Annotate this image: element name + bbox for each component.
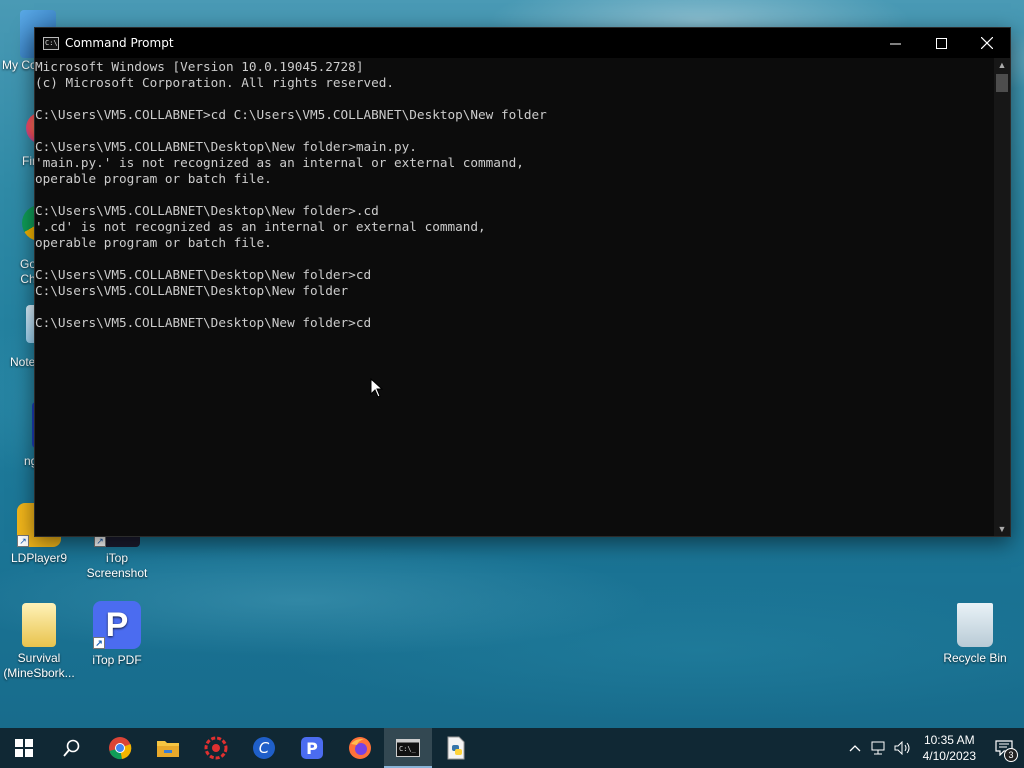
console-line: 'main.py.' is not recognized as an inter… (35, 155, 524, 170)
scroll-down-arrow-icon[interactable]: ▼ (994, 522, 1010, 536)
show-hidden-icons-chevron-icon[interactable] (843, 728, 867, 768)
desktop-icon-label: My Co (2, 58, 37, 72)
console-line: C:\Users\VM5.COLLABNET\Desktop\New folde… (35, 315, 372, 330)
maximize-button[interactable] (918, 28, 964, 58)
search-icon (63, 739, 80, 757)
cmd-icon: C:\_ (396, 739, 420, 757)
taskbar-clock[interactable]: 10:35 AM 4/10/2023 (915, 732, 984, 764)
search-button[interactable] (48, 728, 96, 768)
console-line: '.cd' is not recognized as an internal o… (35, 219, 486, 234)
c-circle-icon: C (253, 737, 275, 759)
taskbar-app-c[interactable]: C (240, 728, 288, 768)
svg-text:P: P (306, 739, 318, 758)
itop-pdf-icon: P (301, 737, 323, 759)
desktop-icon-label: Survival (MineSbork... (3, 651, 75, 680)
scroll-up-arrow-icon[interactable]: ▲ (994, 58, 1010, 72)
folder-icon (22, 603, 56, 647)
itop-pdf-icon: P ↗ (93, 601, 141, 649)
firefox-icon (349, 737, 371, 759)
console-line: C:\Users\VM5.COLLABNET\Desktop\New folde… (35, 267, 372, 282)
console-line: C:\Users\VM5.COLLABNET\Desktop\New folde… (35, 139, 417, 154)
mouse-pointer-icon (370, 378, 384, 398)
minimize-button[interactable] (872, 28, 918, 58)
taskbar-firefox[interactable] (336, 728, 384, 768)
desktop-icon-itop-pdf[interactable]: P ↗ iTop PDF (79, 601, 155, 668)
taskbar-itop-pdf[interactable]: P (288, 728, 336, 768)
console-line: C:\Users\VM5.COLLABNET\Desktop\New folde… (35, 283, 349, 298)
window-title: Command Prompt (65, 36, 174, 50)
close-button[interactable] (964, 28, 1010, 58)
desktop-icon-label: Recycle Bin (943, 651, 1007, 665)
windows-logo-icon (15, 739, 33, 757)
command-prompt-window[interactable]: C:\ Command Prompt Microsoft Windows [Ve… (34, 27, 1011, 537)
python-file-icon (447, 736, 465, 760)
notification-count-badge: 3 (1004, 748, 1018, 762)
close-icon (981, 37, 993, 49)
desktop-icon-label: Note (10, 355, 36, 369)
recycle-bin-icon (957, 603, 993, 647)
desktop-icon-survival-folder[interactable]: Survival (MineSbork... (1, 603, 77, 681)
volume-icon[interactable] (891, 728, 915, 768)
taskbar-file-explorer[interactable] (144, 728, 192, 768)
console-line: operable program or batch file. (35, 235, 272, 250)
desktop-icon-label: iTop Screenshot (86, 551, 148, 580)
clock-time: 10:35 AM (923, 733, 975, 747)
taskbar-python[interactable] (432, 728, 480, 768)
console-line: operable program or batch file. (35, 171, 272, 186)
chrome-icon (109, 737, 132, 760)
network-icon[interactable] (867, 728, 891, 768)
console-line: (c) Microsoft Corporation. All rights re… (35, 75, 395, 90)
window-titlebar[interactable]: C:\ Command Prompt (35, 28, 1010, 58)
clock-date: 4/10/2023 (922, 749, 976, 763)
svg-text:C:\_: C:\_ (399, 745, 417, 753)
vertical-scrollbar[interactable]: ▲ ▼ (994, 58, 1010, 536)
red-gear-icon (204, 736, 228, 760)
taskbar-command-prompt[interactable]: C:\_ (384, 728, 432, 768)
minimize-icon (889, 43, 901, 44)
action-center-button[interactable]: 3 (984, 728, 1024, 768)
console-line: C:\Users\VM5.COLLABNET>cd C:\Users\VM5.C… (35, 107, 547, 122)
folder-icon (157, 741, 179, 757)
taskbar: C P C:\_ 10:35 AM 4/10/2023 3 (0, 728, 1024, 768)
desktop-icon-label: LDPlayer9 (10, 551, 68, 565)
console-line: C:\Users\VM5.COLLABNET\Desktop\New folde… (35, 203, 379, 218)
start-button[interactable] (0, 728, 48, 768)
scroll-thumb[interactable] (996, 74, 1008, 92)
taskbar-app-red[interactable] (192, 728, 240, 768)
console-output[interactable]: Microsoft Windows [Version 10.0.19045.27… (35, 58, 994, 536)
cmd-icon: C:\ (43, 36, 59, 50)
console-line: Microsoft Windows [Version 10.0.19045.27… (35, 59, 364, 74)
svg-text:C: C (259, 739, 270, 757)
desktop-icon-label: iTop PDF (92, 653, 142, 667)
maximize-icon (935, 37, 947, 49)
desktop-icon-recycle-bin[interactable]: Recycle Bin (937, 603, 1013, 666)
taskbar-chrome[interactable] (96, 728, 144, 768)
system-tray: 10:35 AM 4/10/2023 3 (843, 728, 1024, 768)
